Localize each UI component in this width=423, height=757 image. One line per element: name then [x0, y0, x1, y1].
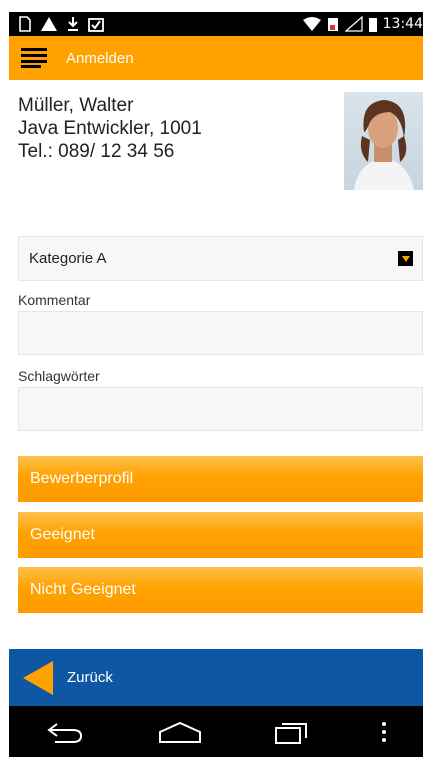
action-bar-title: Anmelden [66, 49, 134, 67]
category-value: Kategorie A [29, 250, 107, 267]
back-button-label: Zurück [67, 669, 113, 686]
action-bar: Anmelden [9, 36, 423, 80]
suitable-button[interactable]: Geeignet [18, 512, 423, 558]
back-button[interactable]: Zurück [9, 649, 423, 706]
status-bar: 13:44 [9, 12, 423, 36]
clipboard-icon [88, 18, 104, 32]
nav-back-icon[interactable] [45, 720, 85, 744]
applicant-profile-button-label: Bewerberprofil [30, 470, 134, 487]
dropdown-arrow-icon [398, 251, 413, 266]
candidate-phone: Tel.: 089/ 12 34 56 [18, 141, 175, 162]
not-suitable-button-label: Nicht Geeignet [30, 581, 136, 598]
sim-icon [19, 16, 31, 32]
comment-field[interactable] [18, 311, 423, 355]
keywords-label: Schlagwörter [18, 368, 100, 384]
overflow-menu-icon[interactable] [381, 720, 387, 744]
back-arrow-icon [23, 660, 53, 695]
hamburger-icon[interactable] [21, 48, 47, 68]
suitable-button-label: Geeignet [30, 526, 95, 543]
candidate-name: Müller, Walter [18, 95, 134, 116]
nav-recents-icon[interactable] [274, 720, 308, 744]
wifi-icon [302, 17, 321, 31]
notification-icon [41, 17, 57, 31]
candidate-photo [344, 92, 423, 190]
category-select[interactable]: Kategorie A [18, 236, 423, 281]
signal-icon [344, 16, 363, 32]
keywords-field[interactable] [18, 387, 423, 431]
comment-label: Kommentar [18, 292, 91, 308]
download-icon [68, 17, 78, 31]
battery-icon [368, 18, 377, 32]
candidate-role: Java Entwickler, 1001 [18, 118, 202, 139]
nav-home-icon[interactable] [158, 720, 202, 744]
system-navigation-bar [9, 706, 423, 757]
applicant-profile-button[interactable]: Bewerberprofil [18, 456, 423, 502]
not-suitable-button[interactable]: Nicht Geeignet [18, 567, 423, 613]
battery-saver-icon [327, 18, 338, 31]
status-time: 13:44 [382, 16, 423, 32]
candidate-info: Müller, Walter Java Entwickler, 1001 Tel… [18, 94, 202, 163]
